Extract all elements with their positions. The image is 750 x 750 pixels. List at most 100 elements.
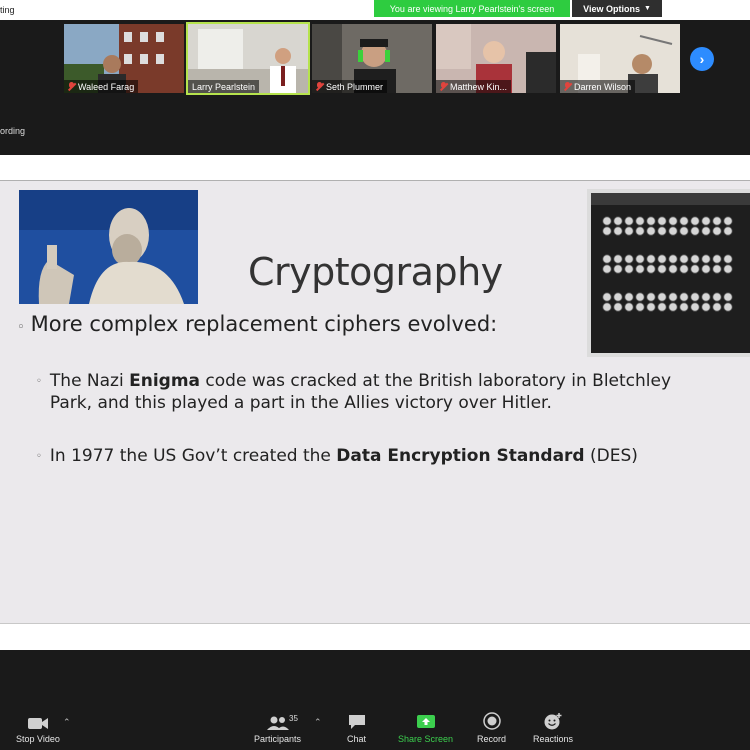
chat-button[interactable]: Chat [347,712,366,744]
participant-name-bar: Waleed Farag [64,80,139,93]
rotor-drum [690,302,700,312]
share-screen-icon [416,712,436,730]
rotor-drum [602,226,612,236]
rotor-drum [668,226,678,236]
chat-label: Chat [347,734,367,744]
participant-name-bar: Darren Wilson [560,80,636,93]
smiley-icon [543,712,563,730]
chat-bubble-icon [348,712,366,730]
rotor-drum [602,292,612,302]
rotor-drum [624,264,634,274]
rotor-drum [690,216,700,226]
participant-name: Seth Plummer [326,81,384,92]
participant-tile[interactable]: Darren Wilson [560,24,680,93]
rotor-drum [712,292,722,302]
next-page-button[interactable]: › [690,47,714,71]
rotor-drum [657,254,667,264]
view-options-label: View Options [583,3,640,14]
rotor-drum [668,254,678,264]
rotor-drum [690,254,700,264]
rotor-drum [635,264,645,274]
sub-bullet: ◦ In 1977 the US Gov’t created the Data … [36,445,706,468]
participants-label: Participants [254,734,302,744]
rotor-drum [602,254,612,264]
rotor-drum [624,302,634,312]
rotor-drum [668,264,678,274]
record-label: Record [477,734,507,744]
chevron-down-icon: ▼ [643,5,651,12]
share-screen-label: Share Screen [398,734,454,744]
rotor-drum [701,264,711,274]
viewing-banner: You are viewing Larry Pearlstein's scree… [374,0,570,17]
rotor-drum [679,292,689,302]
reactions-button[interactable]: Reactions [533,712,573,744]
share-screen-button[interactable]: Share Screen [398,712,453,744]
rotor-drum [657,292,667,302]
rotor-drum [668,216,678,226]
rotor-drum [613,216,623,226]
rotor-drum [624,216,634,226]
participant-tile[interactable]: Matthew Kin... [436,24,556,93]
chevron-right-icon: › [699,51,705,67]
sub-bullet: ◦ The Nazi Enigma code was cracked at th… [36,370,706,414]
video-camera-icon [27,712,49,730]
rotor-drum [690,226,700,236]
rotor-drum [723,264,733,274]
view-options-button[interactable]: View Options ▼ [572,0,662,17]
rotor-drum [668,292,678,302]
shared-slide: Cryptography ◦ More complex replacement … [0,180,750,624]
video-options-caret[interactable]: ⌃ [63,717,71,728]
rotor-drum [657,302,667,312]
statue-image [19,190,198,304]
rotor-drum [613,226,623,236]
participant-name: Darren Wilson [574,81,632,92]
muted-mic-icon [564,82,571,91]
rotor-drum [701,216,711,226]
rotor-drum [701,254,711,264]
muted-mic-icon [68,82,75,91]
rotor-drum [657,226,667,236]
rotor-drum [635,216,645,226]
rotor-drum [723,292,733,302]
participant-name-bar: Larry Pearlstein [188,80,260,93]
rotor-drum [602,302,612,312]
record-button[interactable]: Record [477,712,506,744]
rotor-drum [635,302,645,312]
participant-tile[interactable]: Seth Plummer [312,24,432,93]
sub-bullet-text: In 1977 the US Gov’t created the Data En… [49,446,638,466]
rotor-drum [646,292,656,302]
participants-count: 35 [289,714,298,723]
rotor-drum [657,264,667,274]
stop-video-button[interactable]: Stop Video [16,712,60,744]
participant-strip: ording Waleed Farag Larry Pearlstein Set… [0,20,750,155]
rotor-drum [613,254,623,264]
bullet-ring-icon: ◦ [36,376,42,387]
rotor-drum [679,216,689,226]
rotor-drum [635,254,645,264]
participant-name-bar: Seth Plummer [312,80,388,93]
rotor-drum [602,216,612,226]
window-title: ting [0,5,15,15]
participant-name-bar: Matthew Kin... [436,80,512,93]
bottom-gap [0,632,750,650]
rotor-drum [646,254,656,264]
rotor-drum [723,216,733,226]
muted-mic-icon [440,82,447,91]
rotor-drum [679,226,689,236]
participant-tile-active[interactable]: Larry Pearlstein [186,22,310,95]
sub-bullet-text: The Nazi Enigma code was cracked at the … [49,371,672,413]
rotor-drum [679,254,689,264]
rotor-drum [646,264,656,274]
main-bullet-text: More complex replacement ciphers evolved… [30,312,498,336]
rotor-drum [624,226,634,236]
rotor-drum [657,216,667,226]
rotor-drum [712,264,722,274]
participant-name: Waleed Farag [78,81,135,92]
participant-tile[interactable]: Waleed Farag [64,24,184,93]
rotor-drum [712,226,722,236]
bullet-ring-icon: ◦ [36,451,42,462]
rotor-drum [712,254,722,264]
rotor-drum [635,226,645,236]
participants-options-caret[interactable]: ⌃ [314,717,322,728]
rotor-drum [613,302,623,312]
